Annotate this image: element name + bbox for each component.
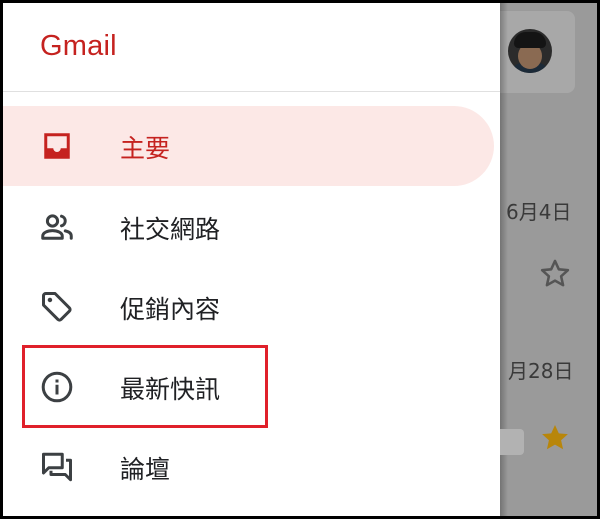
forum-icon [42,452,72,482]
navigation-drawer: Gmail 主要 社交網路 促銷內容 最新快訊 論壇 [3,3,500,516]
drawer-item-label: 促銷內容 [120,295,221,324]
divider [3,91,500,92]
drawer-item-primary[interactable]: 主要 [3,106,494,186]
dimmed-inbox-background[interactable]: 6月4日 月28日 [500,3,597,516]
star-outline-icon[interactable] [538,257,572,291]
email-label-chip [500,429,524,455]
avatar[interactable] [508,29,552,73]
email-date: 月28日 [508,359,574,383]
people-icon [41,214,73,240]
gmail-logo: Gmail [40,30,117,62]
drawer-item-label: 主要 [120,134,171,163]
email-date: 6月4日 [506,200,572,224]
account-area [500,11,575,93]
highlight-annotation-box [22,345,268,428]
screen: 6月4日 月28日 Gmail 主要 社交網路 促銷內容 最新快訊 論壇 [3,3,597,516]
drawer-item-promotions[interactable]: 促銷內容 [3,267,494,347]
tag-icon [42,292,72,322]
star-filled-icon[interactable] [538,421,572,455]
drawer-item-social[interactable]: 社交網路 [3,187,494,267]
drawer-item-label: 社交網路 [120,215,221,244]
drawer-item-forums[interactable]: 論壇 [3,427,494,507]
drawer-item-label: 論壇 [120,455,171,484]
inbox-icon [44,133,70,159]
